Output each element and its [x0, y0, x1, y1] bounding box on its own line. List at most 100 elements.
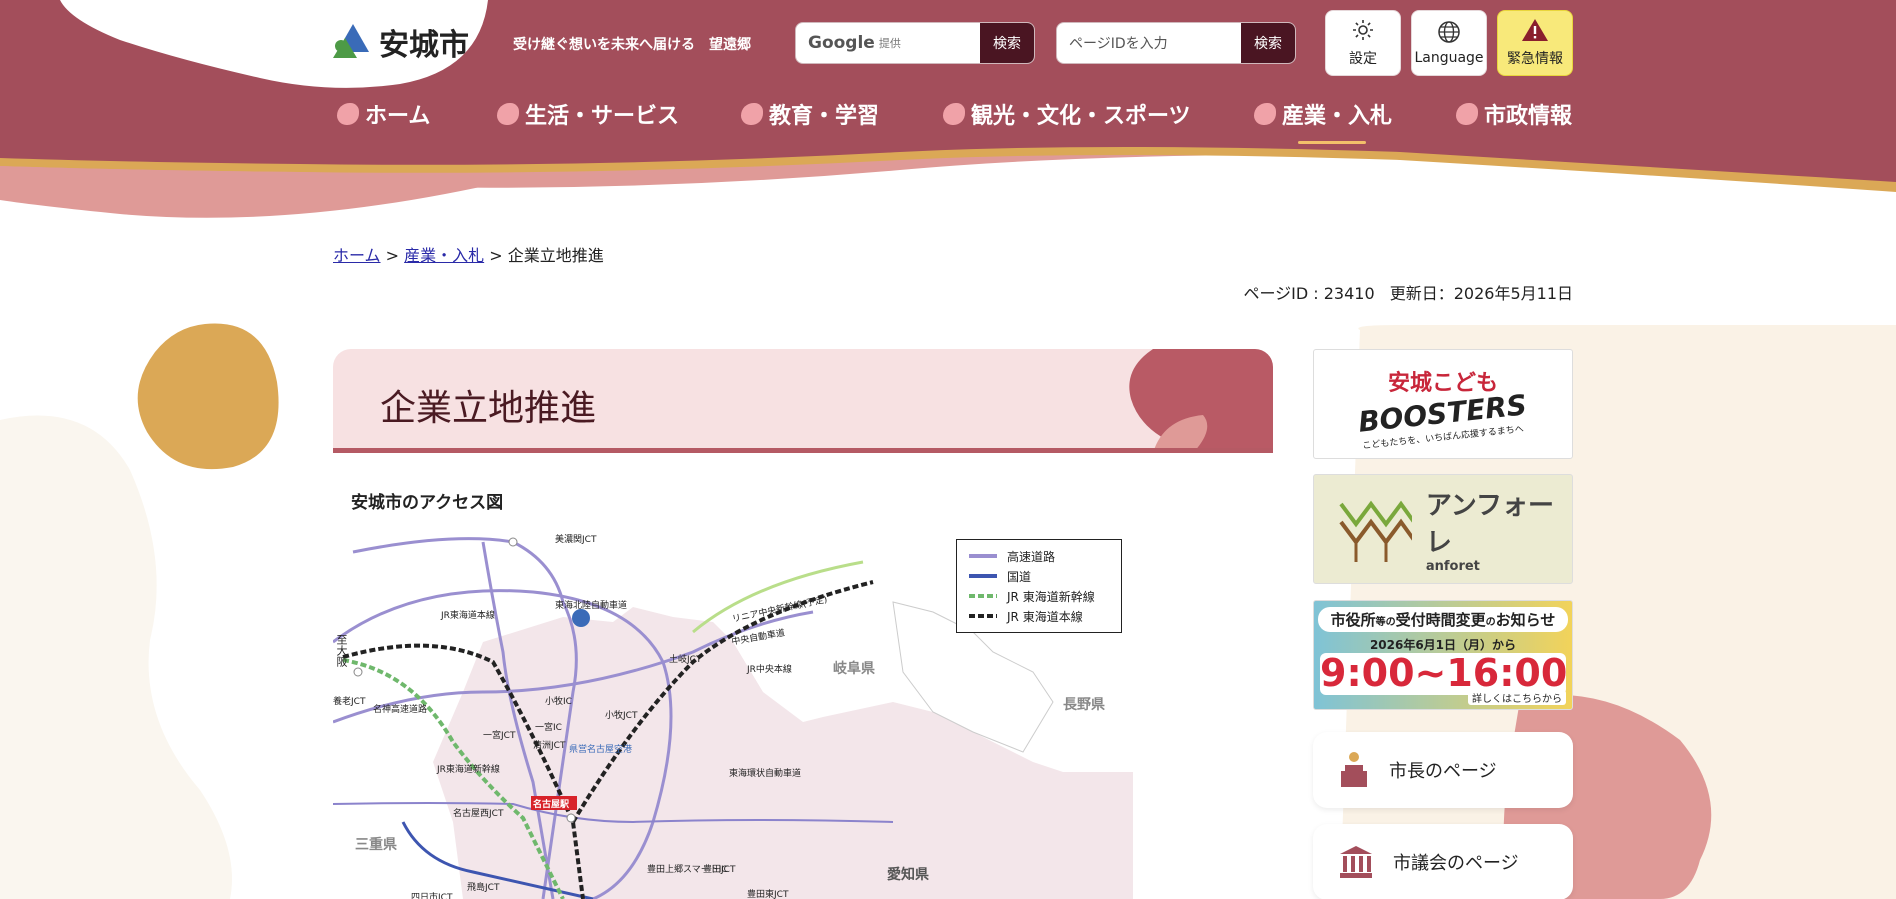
breadcrumb-industry-link[interactable]: 産業・入札: [404, 246, 484, 265]
map-label: 名古屋西JCT: [453, 809, 504, 819]
anforet-title: アンフォーレ: [1425, 490, 1555, 558]
map-label: 養老JCT: [333, 697, 366, 707]
nav-city-admin-label: 市政情報: [1484, 104, 1573, 129]
nav-bullet-icon: [741, 103, 763, 125]
google-provided: 提供: [878, 37, 901, 50]
boosters-banner[interactable]: 安城こども BOOSTERS こどもたちを、いちばん応援するまちへ: [1313, 349, 1573, 459]
map-legend: 高速道路 国道 JR 東海道新幹線 JR 東海道本線: [956, 539, 1122, 633]
mayor-page-card[interactable]: 市長のページ: [1313, 732, 1573, 808]
nav-education-label: 教育・学習: [769, 104, 880, 129]
site-name: 安城市: [379, 28, 469, 63]
legend-label: JR 東海道新幹線: [1007, 589, 1095, 604]
site-tagline: 受け継ぐ想いを未来へ届ける 望遠郷: [513, 37, 751, 53]
page-meta: ページID : 23410 更新日：2026年5月11日: [1243, 280, 1573, 304]
legend-item: JR 東海道新幹線: [969, 586, 1109, 606]
title-decor: [1129, 349, 1273, 448]
orange-blob: [137, 323, 279, 470]
nav-education[interactable]: 教育・学習: [741, 98, 879, 130]
map-label: JR中央本線: [747, 665, 792, 675]
map-label: 一宮IC: [535, 723, 562, 733]
map-label: 県営名古屋空港: [569, 745, 633, 755]
assembly-page-card[interactable]: 市議会のページ: [1313, 824, 1573, 899]
globe-icon: [1438, 21, 1460, 43]
notice-more: 詳しくはこちらから: [1468, 690, 1566, 705]
legend-label: JR 東海道本線: [1007, 609, 1083, 624]
breadcrumb-separator: >: [385, 246, 400, 265]
page-title-box: 企業立地推進: [333, 349, 1273, 453]
legend-swatch: [969, 614, 997, 618]
settings-label: 設定: [1349, 51, 1377, 67]
map-label: 東海北陸自動車道: [555, 601, 628, 611]
nav-industry[interactable]: 産業・入札: [1254, 98, 1393, 144]
nav-home[interactable]: ホーム: [337, 98, 430, 130]
anforet-logo-icon: [1339, 500, 1412, 562]
site-search-button[interactable]: 検索: [980, 23, 1034, 63]
page-id: ページID : 23410: [1243, 284, 1375, 303]
legend-swatch: [969, 594, 997, 598]
page-id-input[interactable]: ページIDを入力: [1057, 23, 1241, 63]
legend-item: JR 東海道本線: [969, 606, 1109, 626]
map-label: JR東海道新幹線: [437, 765, 500, 775]
nav-tourism-culture[interactable]: 観光・文化・スポーツ: [943, 98, 1191, 130]
page-title: 企業立地推進: [380, 388, 597, 429]
language-label: Language: [1414, 50, 1484, 66]
map-prefecture: 長野県: [1063, 697, 1105, 713]
map-label: 一宮JCT: [483, 731, 516, 741]
anforet-banner[interactable]: アンフォーレ anforet: [1313, 474, 1573, 584]
emergency-button[interactable]: 緊急情報: [1497, 10, 1573, 76]
nav-city-admin[interactable]: 市政情報: [1456, 98, 1572, 130]
map-prefecture: 三重県: [355, 837, 397, 853]
site-search: Google 提供 検索: [795, 22, 1035, 64]
map-label: 小牧JCT: [605, 711, 638, 721]
notice-title-c: お知らせ: [1495, 611, 1556, 629]
settings-button[interactable]: 設定: [1325, 10, 1401, 76]
map-label: 美濃関JCT: [555, 535, 597, 545]
legend-swatch: [969, 574, 997, 578]
breadcrumb-current: 企業立地推進: [507, 246, 604, 265]
mayor-page-label: 市長のページ: [1389, 761, 1497, 782]
breadcrumb: ホーム > 産業・入札 > 企業立地推進: [333, 242, 604, 266]
mayor-icon: [1341, 752, 1367, 787]
breadcrumb-separator: >: [489, 246, 503, 265]
notice-title-a: 市役所: [1330, 611, 1376, 629]
legend-label: 国道: [1007, 569, 1032, 584]
nav-bullet-icon: [1254, 103, 1276, 125]
warning-icon: [1522, 19, 1548, 41]
notice-title-b: 受付時間変更: [1395, 611, 1486, 629]
anforet-sub: anforet: [1425, 558, 1480, 574]
site-logo[interactable]: 安城市: [333, 20, 469, 64]
assembly-page-label: 市議会のページ: [1393, 853, 1519, 874]
map-label: 小牧IC: [545, 697, 572, 707]
nav-bullet-icon: [497, 103, 519, 125]
section-title: 安城市のアクセス図: [351, 493, 504, 513]
map-label: 東海環状自動車道: [729, 769, 802, 779]
legend-swatch: [969, 554, 997, 558]
hours-notice-banner[interactable]: 市役所等の受付時間変更のお知らせ 2026年6月1日（月）から 9:00~16:…: [1313, 600, 1573, 710]
anjo-logo-icon: [333, 24, 369, 58]
notice-title-small2: の: [1485, 617, 1496, 628]
map-prefecture: 岐阜県: [833, 661, 875, 677]
nav-tourism-culture-label: 観光・文化・スポーツ: [971, 104, 1191, 129]
map-label: 飛島JCT: [467, 883, 500, 893]
site-search-input[interactable]: Google 提供: [796, 23, 980, 63]
notice-hours: 9:00~16:00: [1320, 651, 1568, 695]
nav-life-services[interactable]: 生活・サービス: [497, 98, 679, 130]
nav-industry-label: 産業・入札: [1282, 104, 1393, 129]
notice-title: 市役所等の受付時間変更のお知らせ: [1318, 607, 1568, 632]
page-id-search-button[interactable]: 検索: [1241, 23, 1295, 63]
assembly-icon: [1340, 846, 1372, 878]
breadcrumb-home-link[interactable]: ホーム: [333, 246, 381, 265]
legend-label: 高速道路: [1007, 549, 1056, 564]
map-label: 名古屋駅: [533, 800, 570, 810]
map-label: JR東海道本線: [441, 611, 495, 621]
nav-bullet-icon: [337, 103, 359, 125]
map-label: 豊田JCT: [703, 865, 736, 875]
map-label: 清洲JCT: [533, 741, 566, 751]
emergency-label: 緊急情報: [1507, 51, 1563, 67]
page-id-search: ページIDを入力 検索: [1056, 22, 1296, 64]
google-label: Google: [808, 33, 875, 53]
legend-item: 高速道路: [969, 546, 1109, 566]
updated-date: 更新日：2026年5月11日: [1389, 284, 1573, 303]
legend-item: 国道: [969, 566, 1109, 586]
language-button[interactable]: Language: [1411, 10, 1487, 76]
